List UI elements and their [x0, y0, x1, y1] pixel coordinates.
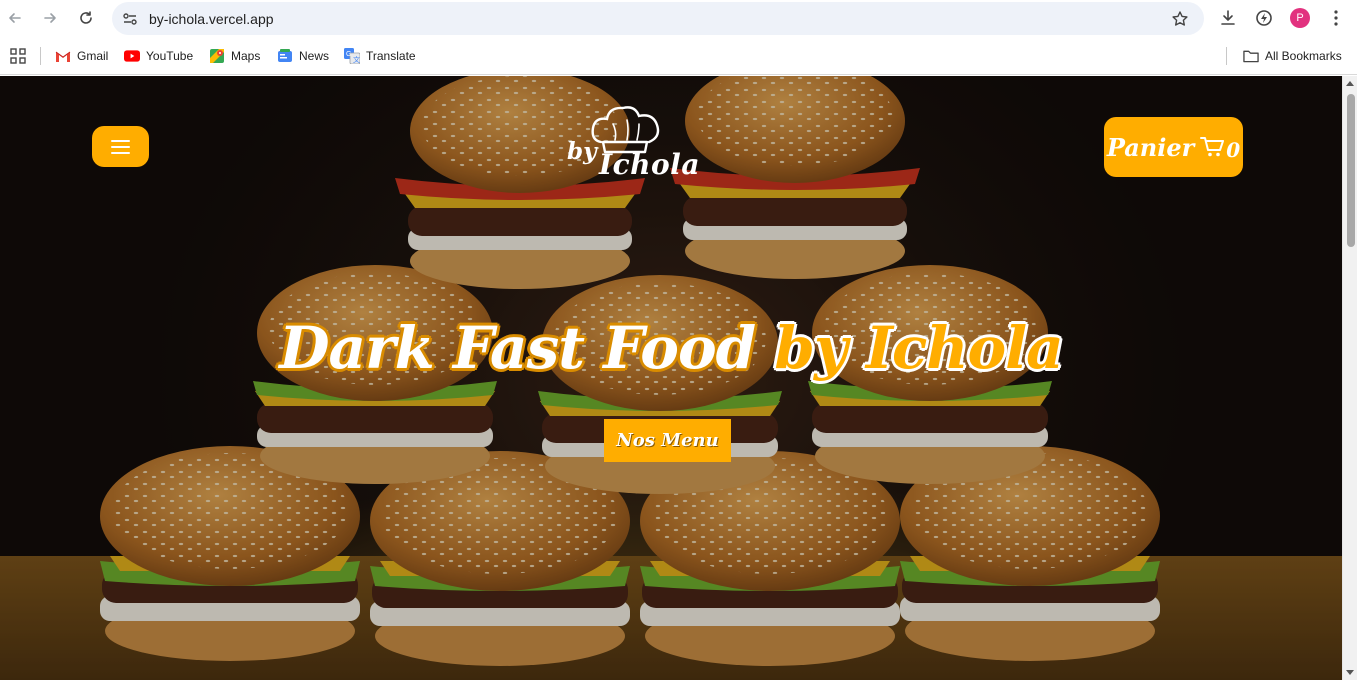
chef-hat-icon — [591, 106, 660, 154]
bookmark-maps[interactable]: Maps — [209, 47, 260, 65]
hero-title: Dark Fast Food by Ichola — [0, 314, 1342, 382]
bookmark-label: Translate — [366, 49, 416, 63]
bookmark-label: YouTube — [146, 49, 194, 63]
forward-arrow-icon — [44, 13, 56, 23]
back-button[interactable] — [2, 5, 28, 31]
news-icon — [277, 48, 293, 64]
cart-count: 0 — [1226, 138, 1241, 162]
hero-section: by Ichola Panier 0 Dark Fast Food by Ich… — [0, 76, 1342, 680]
hero-title-main: Dark Fast Food — [279, 314, 775, 382]
bookmark-label: Gmail — [77, 49, 109, 63]
bookmarks-divider — [1226, 47, 1227, 65]
browser-toolbar: by-ichola.vercel.app P — [0, 0, 1357, 37]
menu-line — [111, 145, 130, 148]
bookmarks-divider — [40, 47, 41, 65]
bookmark-label: Maps — [231, 49, 261, 63]
bookmark-gmail[interactable]: Gmail — [55, 47, 108, 65]
more-menu-icon[interactable] — [1326, 8, 1346, 28]
bookmark-star-icon[interactable] — [1170, 9, 1190, 29]
svg-text:G: G — [346, 51, 351, 58]
bookmarks-bar: Gmail YouTube Maps News G文 Translate All… — [0, 37, 1357, 75]
bookmark-youtube[interactable]: YouTube — [124, 47, 193, 65]
shopping-cart-icon — [1200, 136, 1225, 158]
bookmark-news[interactable]: News — [277, 47, 329, 65]
scrollbar-thumb[interactable] — [1347, 94, 1355, 247]
logo-by-text: by — [567, 138, 597, 165]
translate-icon: G文 — [344, 48, 360, 64]
address-bar[interactable]: by-ichola.vercel.app — [112, 2, 1204, 35]
download-icon[interactable] — [1218, 8, 1238, 28]
hero-title-brand: by Ichola — [774, 314, 1063, 382]
scroll-down-arrow-icon[interactable] — [1346, 670, 1354, 675]
forward-button[interactable] — [37, 5, 63, 31]
folder-icon — [1243, 48, 1259, 64]
all-bookmarks-button[interactable]: All Bookmarks — [1243, 47, 1342, 65]
site-logo[interactable]: by Ichola — [562, 102, 700, 188]
svg-text:文: 文 — [353, 55, 360, 64]
page-scrollbar[interactable] — [1342, 76, 1357, 680]
site-info-icon[interactable] — [120, 9, 140, 29]
our-menu-button[interactable]: Nos Menu — [604, 419, 731, 462]
menu-line — [111, 139, 130, 142]
url-text[interactable]: by-ichola.vercel.app — [149, 11, 274, 27]
reload-button[interactable] — [73, 5, 99, 31]
youtube-icon — [124, 48, 140, 64]
profile-avatar[interactable]: P — [1290, 8, 1310, 28]
bookmark-label: News — [299, 49, 330, 63]
reload-icon — [80, 11, 92, 24]
cart-button[interactable]: Panier 0 — [1104, 117, 1243, 177]
apps-icon[interactable] — [10, 47, 26, 65]
all-bookmarks-label: All Bookmarks — [1265, 49, 1342, 63]
performance-icon[interactable] — [1254, 8, 1274, 28]
maps-icon — [209, 48, 225, 64]
scroll-up-arrow-icon[interactable] — [1346, 81, 1354, 86]
gmail-icon — [55, 48, 71, 64]
menu-line — [111, 151, 130, 154]
back-arrow-icon — [9, 13, 21, 23]
bookmark-translate[interactable]: G文 Translate — [344, 47, 416, 65]
hamburger-menu-button[interactable] — [92, 126, 149, 167]
logo-name-text: Ichola — [599, 148, 700, 181]
cart-label: Panier — [1106, 132, 1195, 162]
